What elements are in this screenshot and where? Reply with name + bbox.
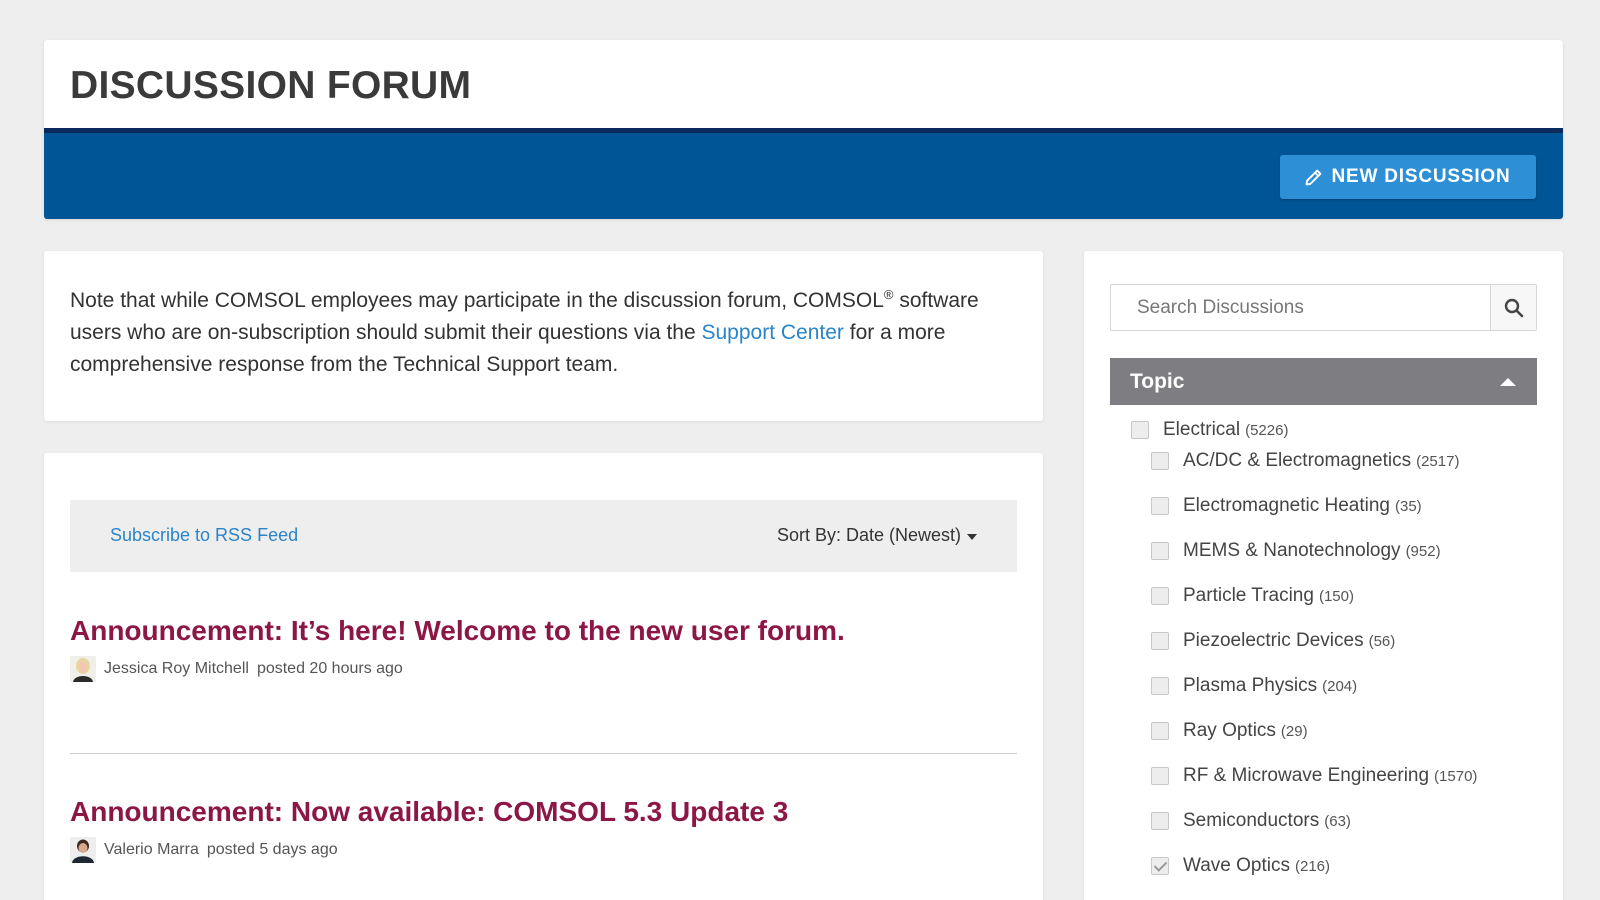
search-input[interactable] bbox=[1111, 285, 1490, 330]
topic-checkbox[interactable] bbox=[1131, 421, 1149, 439]
pencil-icon bbox=[1306, 169, 1322, 185]
filter-sidebar: Topic Electrical (5226) AC/DC & Electrom… bbox=[1084, 251, 1563, 900]
post-divider bbox=[70, 753, 1017, 754]
caret-up-icon bbox=[1500, 378, 1516, 386]
list-item: Announcement: It’s here! Welcome to the … bbox=[70, 615, 1017, 682]
forum-header: DISCUSSION FORUM NEW DISCUSSION bbox=[44, 40, 1563, 219]
post-timestamp: posted 20 hours ago bbox=[256, 660, 403, 677]
topic-item-wave-optics[interactable]: Wave Optics (216) bbox=[1151, 855, 1330, 877]
topic-checkbox[interactable] bbox=[1151, 857, 1169, 875]
topic-checkbox[interactable] bbox=[1151, 542, 1169, 560]
header-action-bar: NEW DISCUSSION bbox=[44, 128, 1563, 219]
topic-label: AC/DC & Electromagnetics bbox=[1183, 450, 1412, 471]
topic-label: Ray Optics bbox=[1183, 720, 1276, 741]
topic-checkbox[interactable] bbox=[1151, 632, 1169, 650]
topic-label: Plasma Physics bbox=[1183, 675, 1318, 696]
topic-count: (56) bbox=[1368, 632, 1396, 650]
topic-item-ray-optics[interactable]: Ray Optics (29) bbox=[1151, 720, 1308, 742]
search-icon bbox=[1504, 298, 1523, 317]
topic-label: MEMS & Nanotechnology bbox=[1183, 540, 1401, 561]
topic-count: (29) bbox=[1280, 722, 1308, 740]
topic-item-semiconductors[interactable]: Semiconductors (63) bbox=[1151, 810, 1351, 832]
topic-label: Electromagnetic Heating bbox=[1183, 495, 1390, 516]
post-timestamp: posted 5 days ago bbox=[206, 841, 338, 858]
topic-count: (150) bbox=[1318, 587, 1354, 605]
sort-label: Sort By: Date (Newest) bbox=[776, 525, 961, 545]
topic-checkbox[interactable] bbox=[1151, 767, 1169, 785]
topic-label: Wave Optics bbox=[1183, 855, 1290, 876]
topic-label: Piezoelectric Devices bbox=[1183, 630, 1364, 651]
topic-checkbox[interactable] bbox=[1151, 587, 1169, 605]
topic-count: (204) bbox=[1322, 677, 1358, 695]
topic-item-electrical[interactable]: Electrical (5226) bbox=[1131, 419, 1288, 441]
topic-label: RF & Microwave Engineering bbox=[1183, 765, 1430, 786]
search-box bbox=[1110, 284, 1537, 331]
topic-item-piezoelectric[interactable]: Piezoelectric Devices (56) bbox=[1151, 630, 1395, 652]
topic-count: (2517) bbox=[1416, 452, 1460, 470]
topic-header-label: Topic bbox=[1130, 369, 1185, 393]
topic-checkbox[interactable] bbox=[1151, 812, 1169, 830]
topic-count: (5226) bbox=[1245, 421, 1289, 439]
post-meta: Jessica Roy Mitchell posted 20 hours ago bbox=[70, 656, 1017, 682]
topic-count: (35) bbox=[1395, 497, 1422, 515]
topic-checkbox[interactable] bbox=[1151, 452, 1169, 470]
caret-down-icon bbox=[967, 533, 977, 540]
new-discussion-button[interactable]: NEW DISCUSSION bbox=[1280, 155, 1536, 199]
topic-item-rf-microwave[interactable]: RF & Microwave Engineering (1570) bbox=[1151, 765, 1477, 787]
post-meta: Valerio Marra posted 5 days ago bbox=[70, 837, 1017, 863]
post-title-link[interactable]: Announcement: It’s here! Welcome to the … bbox=[70, 615, 1017, 647]
post-author[interactable]: Jessica Roy Mitchell bbox=[104, 660, 249, 678]
avatar[interactable] bbox=[70, 656, 96, 682]
sort-dropdown[interactable]: Sort By: Date (Newest) bbox=[777, 525, 977, 546]
page-title: DISCUSSION FORUM bbox=[70, 64, 472, 107]
topic-item-acdc[interactable]: AC/DC & Electromagnetics (2517) bbox=[1151, 450, 1459, 472]
post-title-link[interactable]: Announcement: Now available: COMSOL 5.3 … bbox=[70, 796, 1017, 828]
topic-count: (952) bbox=[1405, 542, 1441, 560]
note-text: Note that while COMSOL employees may par… bbox=[70, 279, 1017, 381]
topic-filter-header[interactable]: Topic bbox=[1110, 358, 1537, 405]
support-center-link[interactable]: Support Center bbox=[702, 321, 844, 344]
topic-count: (216) bbox=[1295, 857, 1331, 875]
topic-checkbox[interactable] bbox=[1151, 677, 1169, 695]
note-text-start: Note that while COMSOL employees may par… bbox=[70, 289, 884, 312]
list-item: Announcement: Now available: COMSOL 5.3 … bbox=[70, 796, 1017, 863]
search-button[interactable] bbox=[1490, 285, 1536, 330]
topic-checkbox[interactable] bbox=[1151, 722, 1169, 740]
post-author[interactable]: Valerio Marra bbox=[104, 841, 199, 859]
topic-label: Semiconductors bbox=[1183, 810, 1320, 831]
topic-label: Electrical bbox=[1163, 419, 1241, 440]
topic-label: Particle Tracing bbox=[1183, 585, 1314, 606]
rss-feed-link[interactable]: Subscribe to RSS Feed bbox=[110, 525, 298, 546]
discussion-list: Subscribe to RSS Feed Sort By: Date (New… bbox=[44, 453, 1043, 900]
topic-item-particle-tracing[interactable]: Particle Tracing (150) bbox=[1151, 585, 1354, 607]
topic-count: (63) bbox=[1324, 812, 1351, 830]
subscription-note: Note that while COMSOL employees may par… bbox=[44, 251, 1043, 421]
topic-item-mems[interactable]: MEMS & Nanotechnology (952) bbox=[1151, 540, 1441, 562]
avatar[interactable] bbox=[70, 837, 96, 863]
topic-item-em-heating[interactable]: Electromagnetic Heating (35) bbox=[1151, 495, 1422, 517]
new-discussion-label: NEW DISCUSSION bbox=[1331, 166, 1511, 187]
topic-checkbox[interactable] bbox=[1151, 497, 1169, 515]
list-toolbar: Subscribe to RSS Feed Sort By: Date (New… bbox=[70, 500, 1017, 572]
topic-count: (1570) bbox=[1434, 767, 1478, 785]
topic-item-plasma[interactable]: Plasma Physics (204) bbox=[1151, 675, 1357, 697]
